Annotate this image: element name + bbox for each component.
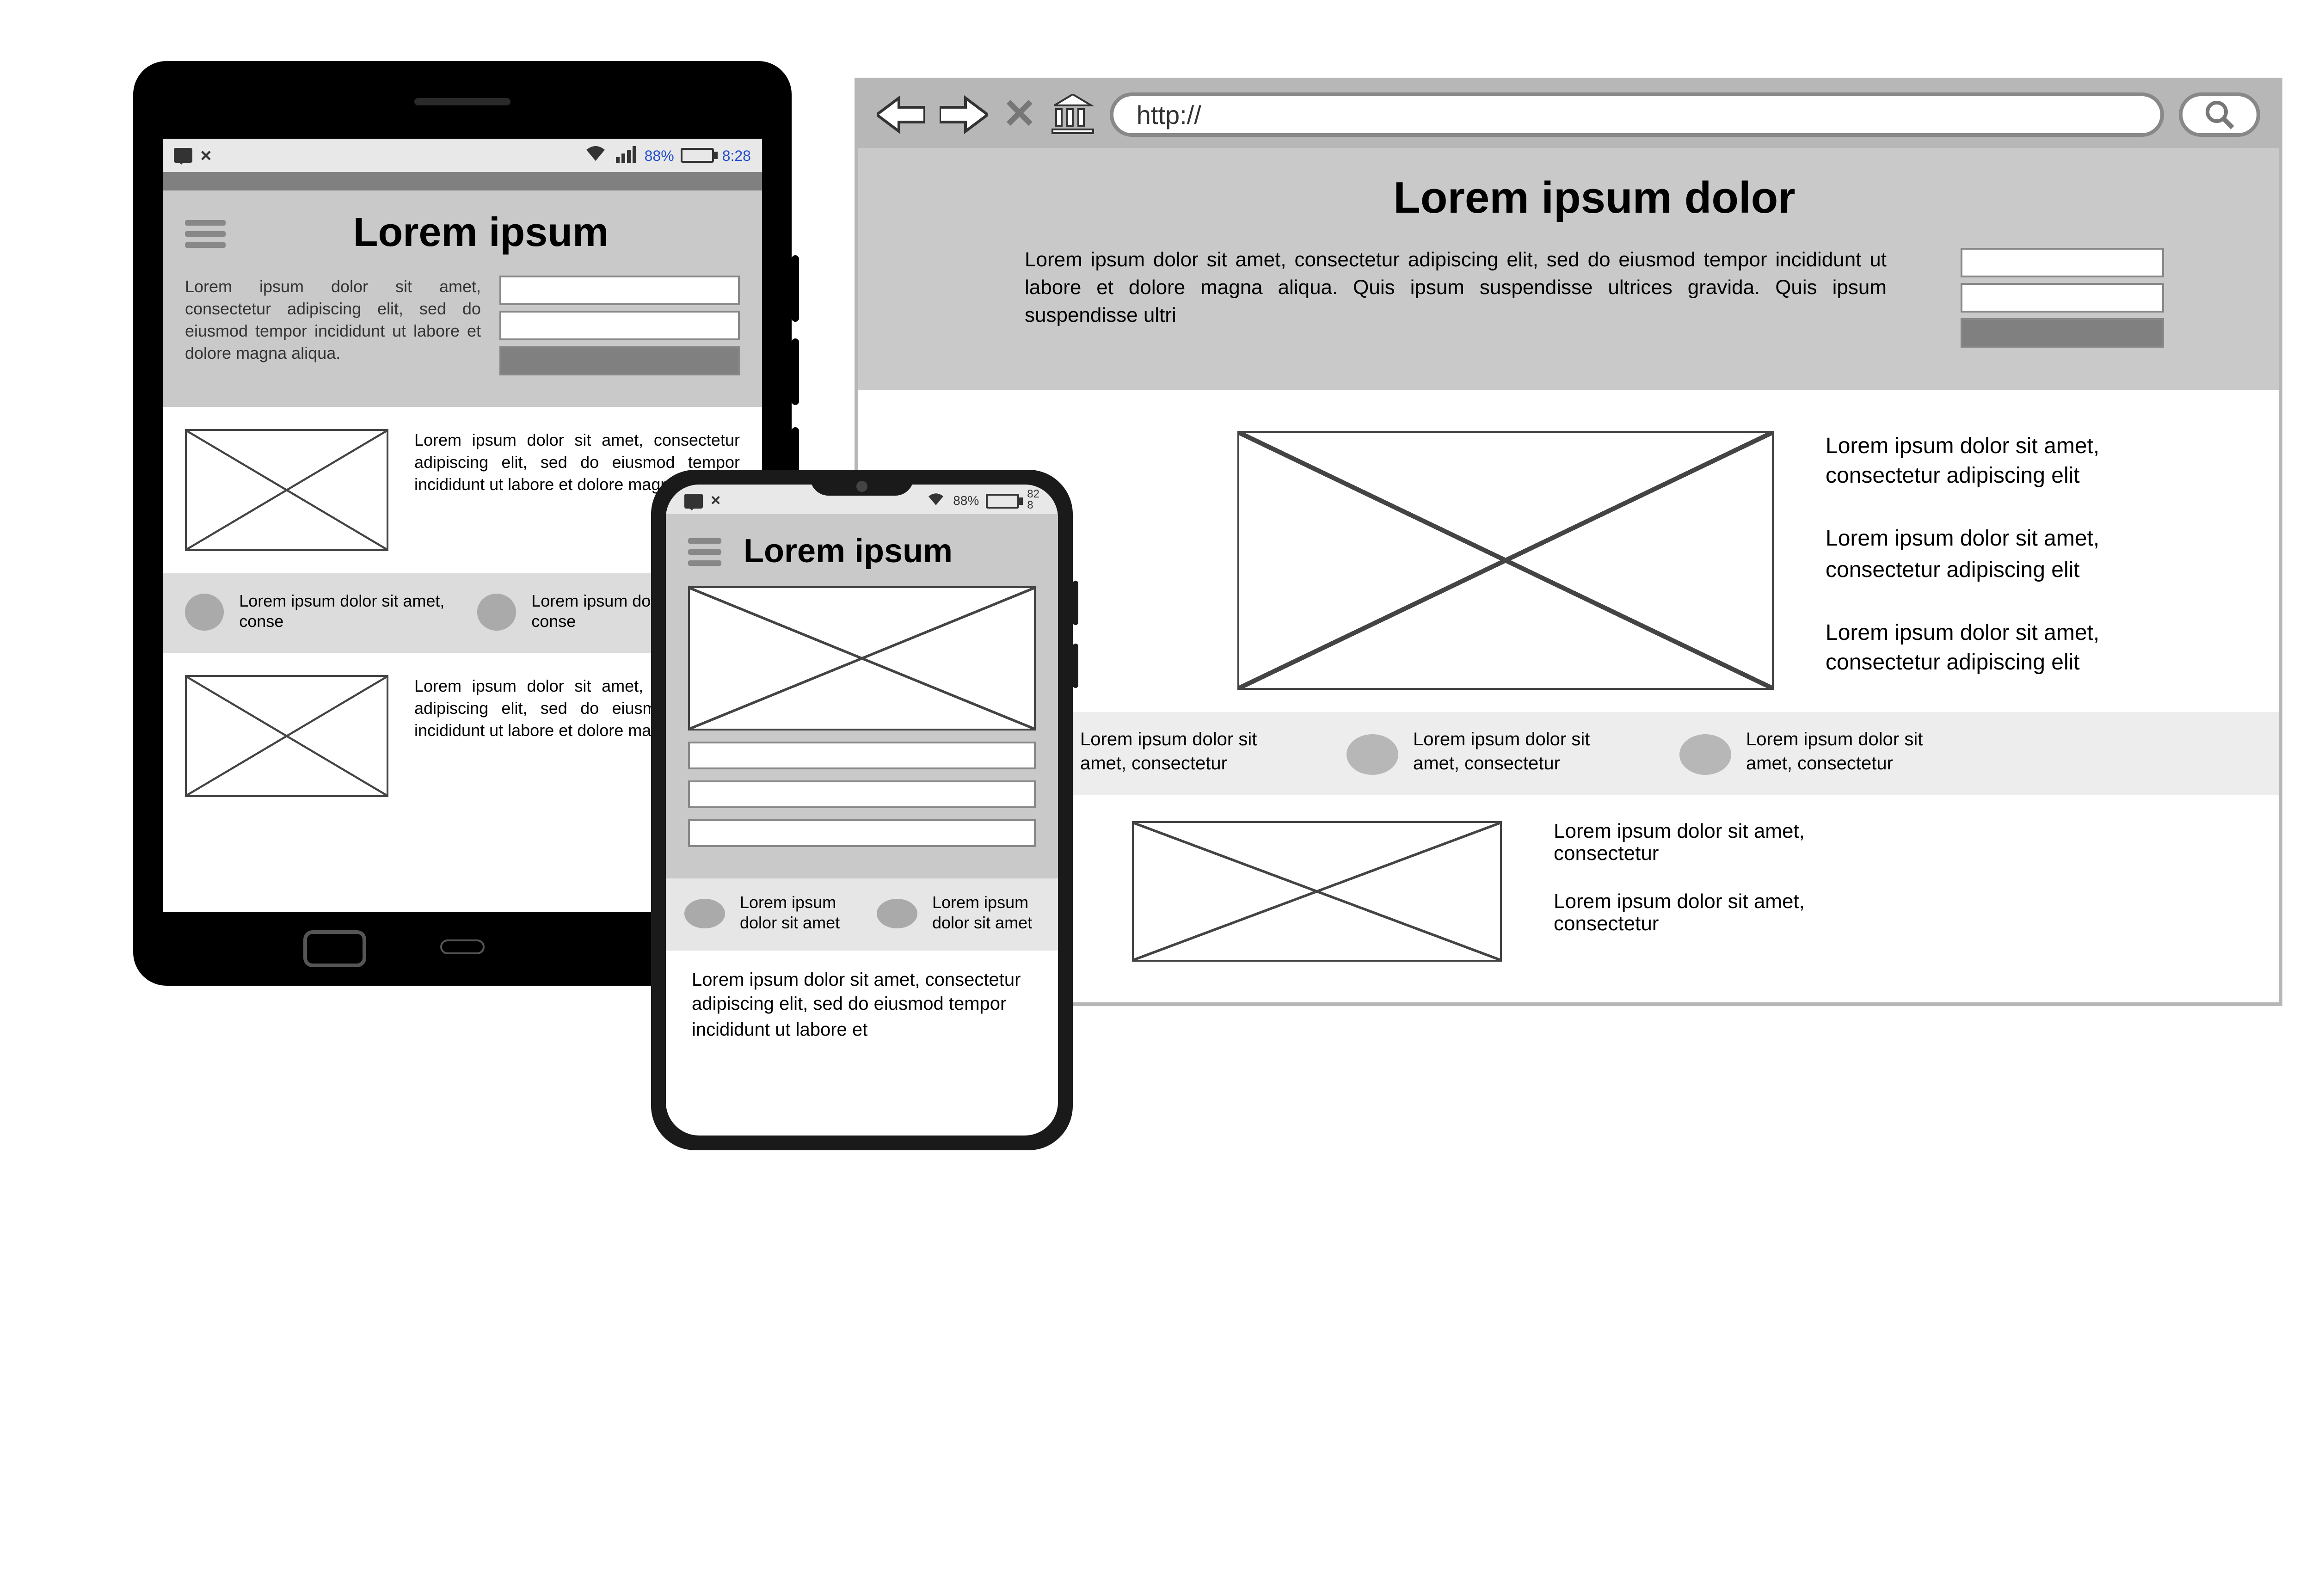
tablet-submit-button[interactable] xyxy=(499,346,740,375)
avatar-icon xyxy=(1347,733,1398,774)
image-placeholder xyxy=(185,429,388,551)
avatar-icon xyxy=(1679,733,1731,774)
sec2-text-a: Lorem ipsum dolor sit amet, consectetur xyxy=(1554,821,1887,866)
wifi-icon xyxy=(585,144,608,166)
tablet-volume-up xyxy=(792,255,799,322)
browser-intro-text: Lorem ipsum dolor sit amet, consectetur … xyxy=(1025,248,1887,330)
browser-input-1[interactable] xyxy=(1961,248,2164,277)
sec2-text-b: Lorem ipsum dolor sit amet, consectetur xyxy=(1554,891,1887,936)
phone-input-3[interactable] xyxy=(688,819,1036,847)
phone-notch xyxy=(810,470,914,496)
phone-volume-up xyxy=(1073,581,1078,625)
battery-percent: 88% xyxy=(953,495,979,508)
avatar-icon xyxy=(477,594,517,631)
phone-chip-1[interactable]: Lorem ipsum dolor sit amet xyxy=(684,893,851,935)
chat-notification-icon xyxy=(684,494,703,509)
menu-icon[interactable] xyxy=(688,533,721,571)
phone-volume-down xyxy=(1073,644,1078,688)
url-input[interactable]: http:// xyxy=(1111,92,2164,137)
browser-title: Lorem ipsum dolor xyxy=(1025,174,2164,226)
browser-hero: Lorem ipsum dolor Lorem ipsum dolor sit … xyxy=(858,148,2279,390)
browser-login-form xyxy=(1961,248,2164,353)
phone-hero: Lorem ipsum xyxy=(666,514,1058,878)
x-icon: ✕ xyxy=(710,494,721,509)
clock-time: 828 xyxy=(1027,490,1039,512)
chip-label: Lorem ipsum dolor sit amet, conse xyxy=(239,592,448,633)
tablet-login-form xyxy=(499,276,740,381)
avatar-icon xyxy=(185,594,224,631)
browser-aside-2: Lorem ipsum dolor sit amet, consectetur … xyxy=(1826,524,2205,584)
image-placeholder xyxy=(688,586,1036,730)
chip-label: Lorem ipsum dolor sit amet, consectetur xyxy=(1080,730,1284,777)
image-placeholder xyxy=(1237,431,1774,690)
tablet-app-bar xyxy=(163,172,762,190)
tablet-app-switcher[interactable] xyxy=(440,939,485,954)
menu-icon[interactable] xyxy=(185,214,226,252)
back-button[interactable] xyxy=(877,94,925,135)
browser-input-2[interactable] xyxy=(1961,283,2164,313)
chip-label: Lorem ipsum dolor sit amet xyxy=(932,893,1043,935)
signal-icon xyxy=(615,145,637,166)
tablet-input-1[interactable] xyxy=(499,276,740,305)
stop-icon[interactable]: ✕ xyxy=(1002,91,1037,139)
wifi-icon xyxy=(927,492,946,510)
phone-input-1[interactable] xyxy=(688,742,1036,769)
clock-time: 8:28 xyxy=(722,147,751,164)
battery-icon xyxy=(986,494,1020,509)
tablet-home-button[interactable] xyxy=(303,930,366,967)
browser-aside-1: Lorem ipsum dolor sit amet, consectetur … xyxy=(1826,431,2205,491)
home-icon[interactable] xyxy=(1051,94,1096,135)
image-placeholder xyxy=(185,674,388,796)
tablet-hero: Lorem ipsum Lorem ipsum dolor sit amet, … xyxy=(163,190,762,407)
tablet-status-bar: ✕ 88% 8:28 xyxy=(163,139,762,172)
forward-button[interactable] xyxy=(940,94,988,135)
browser-aside-3: Lorem ipsum dolor sit amet, consectetur … xyxy=(1826,617,2205,677)
chip-label: Lorem ipsum dolor sit amet, consectetur xyxy=(1746,730,1949,777)
tablet-intro-text: Lorem ipsum dolor sit amet, consectetur … xyxy=(185,276,481,381)
tablet-title: Lorem ipsum xyxy=(263,209,740,257)
browser-chip-2[interactable]: Lorem ipsum dolor sit amet, consectetur xyxy=(1347,730,1617,777)
image-placeholder xyxy=(1132,821,1502,962)
battery-percent: 88% xyxy=(645,147,674,164)
phone-input-2[interactable] xyxy=(688,780,1036,808)
tablet-input-2[interactable] xyxy=(499,311,740,340)
browser-submit-button[interactable] xyxy=(1961,318,2164,348)
chip-label: Lorem ipsum dolor sit amet, consectetur xyxy=(1413,730,1617,777)
tablet-volume-down xyxy=(792,338,799,405)
search-button[interactable] xyxy=(2179,92,2260,137)
phone-device: ✕ 88% 828 Lorem ipsum xyxy=(651,470,1073,1150)
tablet-chip-1[interactable]: Lorem ipsum dolor sit amet, conse xyxy=(185,592,448,633)
tablet-speaker xyxy=(414,98,510,105)
browser-chip-3[interactable]: Lorem ipsum dolor sit amet, consectetur xyxy=(1679,730,1949,777)
avatar-icon xyxy=(877,899,917,929)
chip-label: Lorem ipsum dolor sit amet xyxy=(740,893,851,935)
chat-notification-icon xyxy=(174,148,192,163)
phone-screen: ✕ 88% 828 Lorem ipsum xyxy=(666,485,1058,1136)
avatar-icon xyxy=(684,899,725,929)
phone-chip-2[interactable]: Lorem ipsum dolor sit amet xyxy=(877,893,1043,935)
url-text: http:// xyxy=(1137,100,1201,129)
battery-icon xyxy=(682,148,715,163)
browser-toolbar: ✕ http:// xyxy=(858,81,2279,148)
phone-chip-band: Lorem ipsum dolor sit amet Lorem ipsum d… xyxy=(666,878,1058,950)
phone-title: Lorem ipsum xyxy=(744,533,953,571)
tablet-power-button xyxy=(792,427,799,475)
x-icon: ✕ xyxy=(200,147,212,164)
phone-body-text: Lorem ipsum dolor sit amet, consectetur … xyxy=(666,950,1058,1062)
